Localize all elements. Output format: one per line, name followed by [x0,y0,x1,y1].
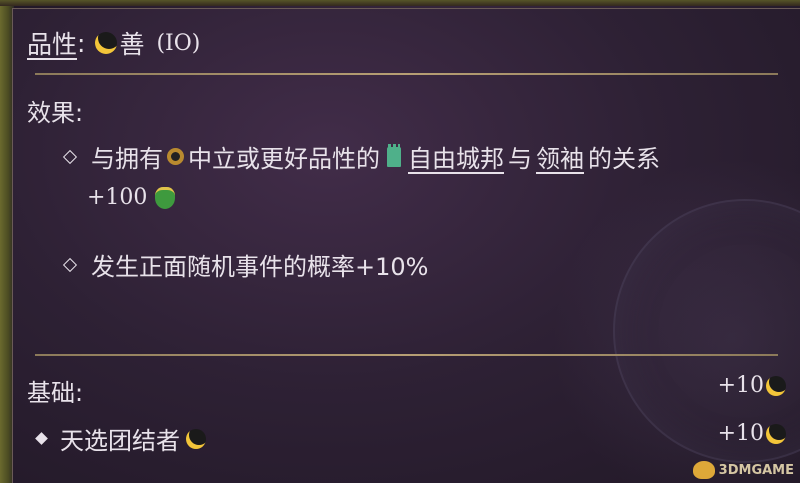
crescent-moon-icon [766,375,786,396]
quality-value: 善 [119,30,145,59]
effect-events-text: 发生正面随机事件的概率+10% [91,253,429,281]
quality-header: 品性 : 善 (IO) [27,25,200,61]
effects-title: 效果: [27,99,84,127]
tooltip-panel: 品性 : 善 (IO) 效果: 与拥有 中立或更好品性的 自由城邦 与 领袖 的… [12,8,800,483]
effect-item-relations-bonus: +100 [87,185,176,210]
source-value: +10 [717,421,764,446]
watermark-logo-icon [692,461,715,479]
source-label: 天选团结者 [60,427,180,455]
crescent-moon-icon [186,428,206,449]
base-value-row: +10 [718,373,786,398]
leader-face-icon [155,186,176,209]
effect-prefix: 与拥有 [91,145,163,173]
effect-item-events: 发生正面随机事件的概率+10% [62,247,429,282]
bullet-diamond-icon [62,149,78,164]
effect-suffix: 的关系 [588,145,660,173]
effect-join: 与 [508,145,532,173]
watermark: 3DMGAME [692,461,794,479]
crescent-moon-icon [766,423,786,444]
divider-bottom [35,354,778,356]
quality-label[interactable]: 品性 [27,25,77,61]
tooltip-screenshot: 品性 : 善 (IO) 效果: 与拥有 中立或更好品性的 自由城邦 与 领袖 的… [0,0,800,483]
quality-colon: : [77,28,86,58]
effect-item-relations: 与拥有 中立或更好品性的 自由城邦 与 领袖 的关系 [62,139,660,174]
quality-level: (IO) [156,30,201,56]
crescent-moon-icon [95,32,118,54]
divider-top [35,73,778,75]
relations-bonus: +100 [87,185,148,210]
leader-link[interactable]: 领袖 [536,139,584,174]
bullet-diamond-icon [62,257,78,272]
source-value-row: +10 [718,421,786,446]
watermark-text: 3DMGAME [718,462,794,478]
source-row: 天选团结者 [35,421,206,456]
map-background-top [0,0,800,6]
tower-icon [387,143,401,167]
city-state-link[interactable]: 自由城邦 [408,139,504,174]
bullet-diamond-icon [35,432,48,445]
base-title: 基础: [27,379,84,407]
effect-middle: 中立或更好品性的 [188,145,380,173]
base-value: +10 [717,373,764,398]
ring-icon [167,148,184,165]
